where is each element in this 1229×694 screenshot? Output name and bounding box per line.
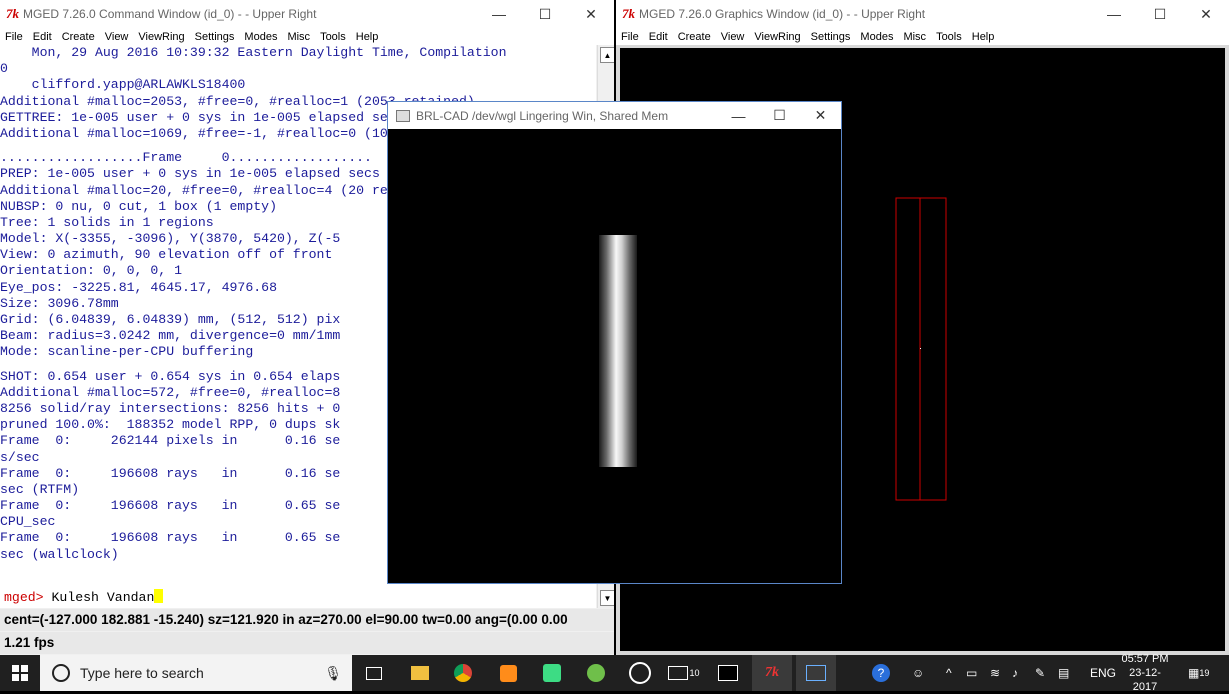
raytrace-window-titlebar[interactable]: BRL-CAD /dev/wgl Lingering Win, Shared M… [388,102,841,129]
close-button[interactable]: ✕ [1183,0,1229,28]
menu-viewring[interactable]: ViewRing [749,31,805,43]
command-menubar: File Edit Create View ViewRing Settings … [0,28,614,45]
battery-icon[interactable]: ▭ [966,655,977,691]
scroll-up-arrow-icon[interactable]: ▲ [600,47,614,63]
menu-view[interactable]: View [716,31,750,43]
scroll-down-arrow-icon[interactable]: ▼ [600,590,614,606]
menu-tools[interactable]: Tools [315,31,351,43]
clock[interactable]: 05:57 PM 23-12-2017 [1120,653,1170,693]
show-hidden-icons-chevron-icon[interactable]: ^ [946,655,952,691]
android-studio-icon[interactable] [532,655,572,691]
menu-file[interactable]: File [616,31,644,43]
command-window-title: MGED 7.26.0 Command Window (id_0) - - Up… [23,7,317,21]
file-explorer-icon[interactable] [400,655,440,691]
tk-feather-icon: 7k [622,6,635,21]
menu-tools[interactable]: Tools [931,31,967,43]
maximize-button[interactable]: ☐ [522,0,568,28]
help-icon[interactable]: ? [872,655,890,691]
raytrace-window-title: BRL-CAD /dev/wgl Lingering Win, Shared M… [416,108,669,123]
android-icon[interactable] [576,655,616,691]
raytraced-cylinder [599,235,637,467]
maximize-button[interactable]: ☐ [1137,0,1183,28]
menu-help[interactable]: Help [967,31,1000,43]
close-button[interactable]: ✕ [568,0,614,28]
whatsapp-icon[interactable] [620,655,660,691]
sublime-text-icon[interactable] [488,655,528,691]
command-input-text[interactable]: Kulesh Vandan [44,590,154,605]
raytrace-window: BRL-CAD /dev/wgl Lingering Win, Shared M… [387,101,842,584]
mail-badge: 10 [689,668,700,678]
maximize-button[interactable]: ☐ [759,102,800,129]
console-line: Mon, 29 Aug 2016 10:39:32 Eastern Daylig… [0,45,507,60]
fps-status: 1.21 fps [0,632,614,654]
mail-icon[interactable]: 10 [664,655,704,691]
search-placeholder: Type here to search [80,665,204,681]
mged-prompt: mged> [4,590,44,605]
menu-create[interactable]: Create [57,31,100,43]
menu-settings[interactable]: Settings [806,31,856,43]
taskbar-search-box[interactable]: Type here to search 🎙 [40,655,352,691]
clock-date: 23-12-2017 [1129,667,1161,693]
menu-modes[interactable]: Modes [855,31,898,43]
raytrace-window-icon [396,109,410,122]
taskbar: Type here to search 🎙 10 7k ? ☺ ^ ▭ ≋ ♪ … [0,653,1229,693]
view-center-dot [920,348,921,349]
task-view-icon[interactable] [354,655,394,691]
menu-edit[interactable]: Edit [644,31,673,43]
view-status-line: cent=(-127.000 182.881 -15.240) sz=121.9… [0,609,614,631]
microphone-icon[interactable]: 🎙 [324,665,342,682]
command-prompt-icon[interactable] [708,655,748,691]
volume-icon[interactable]: ♪ [1012,655,1018,691]
menu-modes[interactable]: Modes [239,31,282,43]
text-cursor [154,589,164,603]
menu-file[interactable]: File [0,31,28,43]
menu-settings[interactable]: Settings [190,31,240,43]
minimize-button[interactable]: — [476,0,522,28]
chrome-icon[interactable] [443,655,483,691]
menu-help[interactable]: Help [351,31,384,43]
tk-feather-icon: 7k [6,6,19,21]
notification-badge: 19 [1199,668,1210,678]
keyboard-icon[interactable]: ▤ [1058,655,1069,691]
brlcad-window-taskbar-icon[interactable] [796,655,836,691]
windows-start-icon[interactable] [0,655,40,691]
console-line: 0 [0,61,8,77]
graphics-menubar: File Edit Create View ViewRing Settings … [616,28,1229,45]
cortana-circle-icon [52,664,70,682]
clock-time: 05:57 PM [1121,653,1169,665]
graphics-window-titlebar[interactable]: 7k MGED 7.26.0 Graphics Window (id_0) - … [616,0,1229,28]
minimize-button[interactable]: — [718,102,759,129]
menu-misc[interactable]: Misc [898,31,931,43]
graphics-window-title: MGED 7.26.0 Graphics Window (id_0) - - U… [639,7,926,21]
menu-view[interactable]: View [100,31,134,43]
minimize-button[interactable]: — [1091,0,1137,28]
language-indicator[interactable]: ENG [1090,655,1116,691]
command-window-titlebar[interactable]: 7k MGED 7.26.0 Command Window (id_0) - -… [0,0,614,28]
action-center-icon[interactable]: ▦ 19 [1188,655,1209,691]
console-line: clifford.yapp@ARLAWKLS18400 [0,77,246,93]
menu-edit[interactable]: Edit [28,31,57,43]
pen-icon[interactable]: ✎ [1035,655,1045,691]
command-input-line[interactable]: mged> Kulesh Vandan [4,589,164,605]
people-icon[interactable]: ☺ [912,655,924,691]
tk-mged-taskbar-icon[interactable]: 7k [752,655,792,691]
menu-create[interactable]: Create [673,31,716,43]
menu-misc[interactable]: Misc [282,31,315,43]
close-button[interactable]: ✕ [800,102,841,129]
menu-viewring[interactable]: ViewRing [133,31,189,43]
wifi-icon[interactable]: ≋ [990,655,1000,691]
